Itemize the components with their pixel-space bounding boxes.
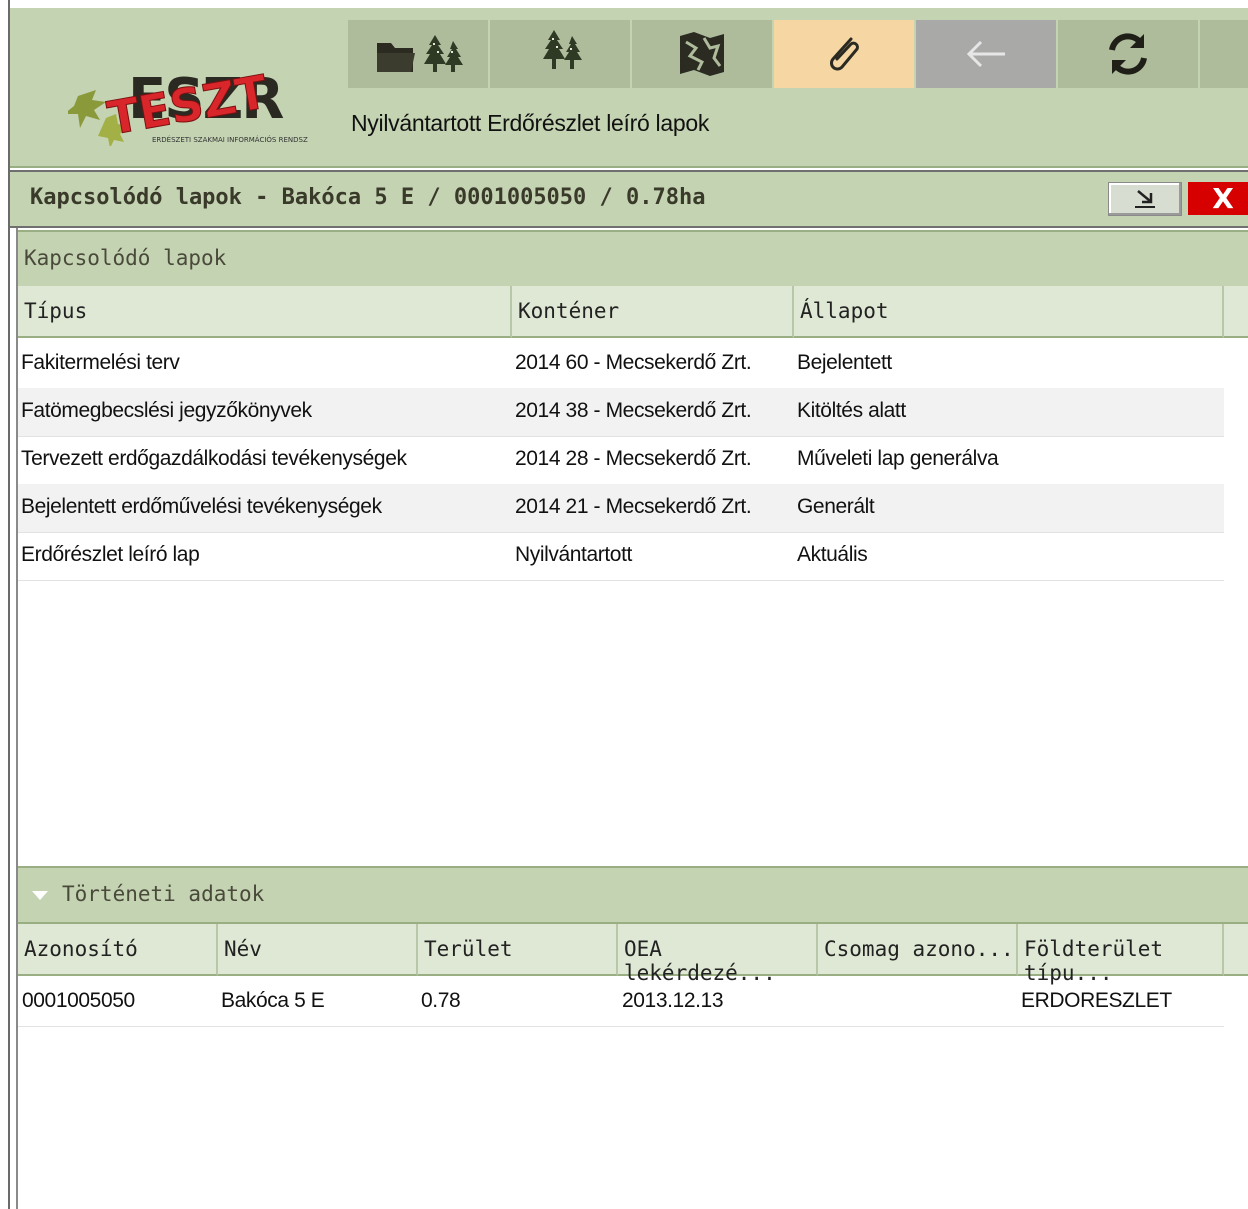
column-header-csomag[interactable]: Csomag azono... [818, 924, 1018, 976]
history-section-title: Történeti adatok [32, 882, 264, 906]
cell-oea: 2013.12.13 [622, 989, 724, 1012]
svg-text:ERDÉSZETI SZAKMAI INFORMÁCIÓS: ERDÉSZETI SZAKMAI INFORMÁCIÓS RENDSZER [152, 135, 308, 144]
cell-azonosito: 0001005050 [22, 989, 135, 1012]
table-row[interactable]: 0001005050 Bakóca 5 E 0.78 2013.12.13 ER… [18, 978, 1224, 1027]
collapse-triangle-icon [32, 890, 48, 900]
dialog-content: Kapcsolódó lapok Típus Konténer Állapot … [16, 228, 1248, 1209]
column-header-oea[interactable]: OEA lekérdezé... [618, 924, 818, 985]
cell-tipus: Fatömegbecslési jegyzőkönyvek [21, 399, 312, 422]
table-row[interactable]: Fakitermelési terv 2014 60 - Mecsekerdő … [18, 340, 1224, 389]
cell-allapot: Műveleti lap generálva [797, 447, 999, 470]
column-header-tipus[interactable]: Típus [18, 286, 512, 338]
history-section-label: Történeti adatok [62, 882, 265, 906]
cell-terulet: 0.78 [421, 989, 461, 1012]
column-header-nev[interactable]: Név [218, 924, 418, 976]
cell-foldterulet: ERDORESZLET [1021, 989, 1172, 1012]
app-header: ESZR TESZT ERDÉSZETI SZAKMAI INFORMÁCIÓS… [10, 8, 1248, 168]
map-icon [680, 32, 724, 76]
linked-section-title: Kapcsolódó lapok [24, 246, 227, 270]
refresh-icon [1109, 33, 1147, 75]
table-row[interactable]: Erdőrészlet leíró lap Nyilvántartott Akt… [18, 532, 1224, 581]
table-row[interactable]: Fatömegbecslési jegyzőkönyvek 2014 38 - … [18, 388, 1224, 437]
toolbar-button-more[interactable] [1200, 20, 1248, 88]
column-header-label: Név [224, 937, 262, 961]
toolbar-button-back[interactable] [916, 20, 1058, 88]
dialog-titlebar: Kapcsolódó lapok - Bakóca 5 E / 00010050… [10, 170, 1248, 228]
linked-section-header: Kapcsolódó lapok [18, 230, 1248, 288]
toolbar-button-refresh[interactable] [1058, 20, 1200, 88]
column-header-terulet[interactable]: Terület [418, 924, 618, 976]
table-row[interactable]: Bejelentett erdőművelési tevékenységek 2… [18, 484, 1224, 533]
column-header-filler [1224, 924, 1248, 976]
collapse-arrow-icon [1135, 190, 1155, 208]
cell-allapot: Aktuális [797, 543, 868, 566]
cell-nev: Bakóca 5 E [221, 989, 325, 1012]
minimize-button[interactable] [1108, 182, 1182, 216]
header-caption: Nyilvántartott Erdőrészlet leíró lapok [351, 110, 710, 136]
toolbar-button-map[interactable] [632, 20, 774, 88]
column-header-filler [1224, 286, 1248, 338]
cell-tipus: Tervezett erdőgazdálkodási tevékenységek [21, 447, 407, 470]
cell-allapot: Kitöltés alatt [797, 399, 906, 422]
cell-kontener: 2014 28 - Mecsekerdő Zrt. [515, 447, 752, 470]
cell-kontener: 2014 21 - Mecsekerdő Zrt. [515, 495, 752, 518]
teszt-logo: ESZR TESZT ERDÉSZETI SZAKMAI INFORMÁCIÓS… [64, 56, 317, 148]
column-header-label: Terület [424, 937, 513, 961]
close-button[interactable]: X [1188, 182, 1248, 215]
column-header-label: Azonosító [24, 937, 138, 961]
cell-allapot: Bejelentett [797, 351, 892, 374]
column-header-label: Típus [24, 299, 88, 323]
back-arrow-icon [966, 40, 1005, 68]
column-header-label: Állapot [800, 299, 889, 323]
cell-tipus: Bejelentett erdőművelési tevékenységek [21, 495, 382, 518]
column-header-azonosito[interactable]: Azonosító [18, 924, 218, 976]
toolbar-button-trees[interactable] [490, 20, 632, 88]
cell-allapot: Generált [797, 495, 875, 518]
column-header-foldterulet[interactable]: Földterület típu... [1018, 924, 1224, 985]
trees-icon [543, 30, 582, 69]
toolbar-button-attachments[interactable] [774, 20, 916, 88]
history-section-header[interactable]: Történeti adatok [18, 866, 1248, 924]
dialog-title: Kapcsolódó lapok - Bakóca 5 E / 00010050… [30, 185, 706, 210]
app-window: ESZR TESZT ERDÉSZETI SZAKMAI INFORMÁCIÓS… [0, 0, 1248, 1209]
column-header-kontener[interactable]: Konténer [512, 286, 794, 338]
paperclip-icon [830, 37, 859, 71]
cell-kontener: 2014 60 - Mecsekerdő Zrt. [515, 351, 752, 374]
column-header-label: Konténer [518, 299, 620, 323]
cell-kontener: 2014 38 - Mecsekerdő Zrt. [515, 399, 752, 422]
cell-tipus: Fakitermelési terv [21, 351, 180, 374]
cell-tipus: Erdőrészlet leíró lap [21, 543, 200, 566]
column-header-allapot[interactable]: Állapot [794, 286, 1224, 338]
cell-kontener: Nyilvántartott [515, 543, 632, 566]
main-toolbar [348, 20, 1248, 90]
toolbar-button-folder[interactable] [348, 20, 490, 88]
folder-trees-icon [377, 35, 463, 72]
column-header-label: Csomag azono... [824, 937, 1014, 961]
table-row[interactable]: Tervezett erdőgazdálkodási tevékenységek… [18, 436, 1224, 485]
